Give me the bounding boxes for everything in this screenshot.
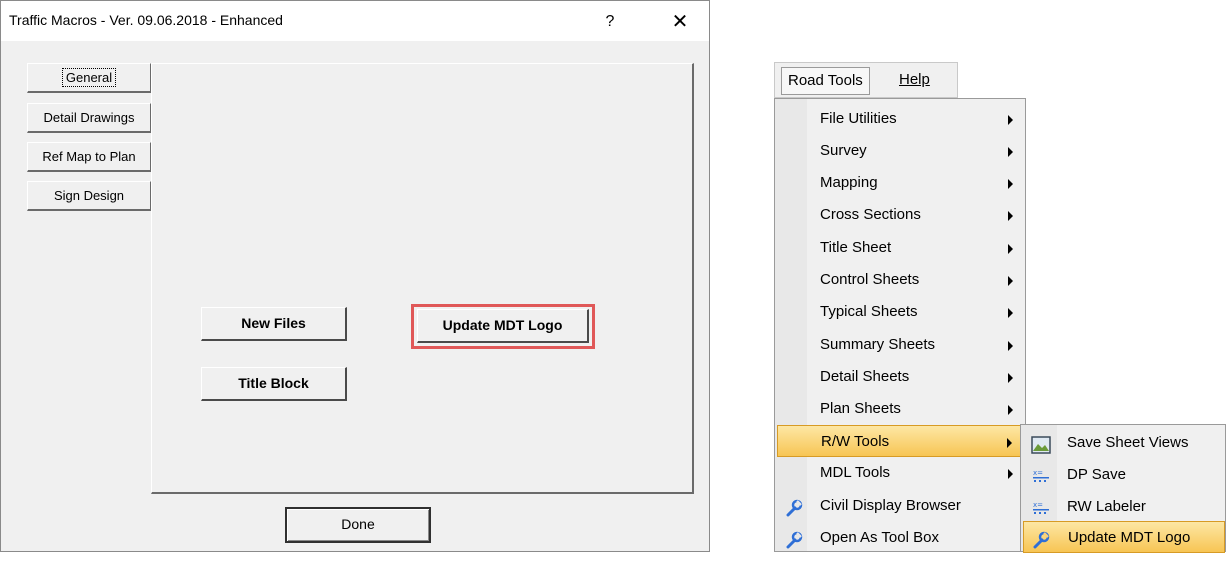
tab-sign-design-label: Sign Design <box>53 188 125 203</box>
menu-item-label: Open As Tool Box <box>820 529 939 546</box>
submenu-item-save-sheet-views[interactable]: Save Sheet Views <box>1023 427 1225 459</box>
dialog-titlebar[interactable]: Traffic Macros - Ver. 09.06.2018 - Enhan… <box>1 1 709 41</box>
menubar-help[interactable]: Help <box>893 67 936 95</box>
menu-item-label: Title Sheet <box>820 239 892 256</box>
tab-general[interactable]: General <box>27 63 151 93</box>
menu-item-detail-sheets[interactable]: Detail Sheets <box>777 361 1023 393</box>
menu-item-label: Plan Sheets <box>820 400 901 417</box>
menu-item-plan-sheets[interactable]: Plan Sheets <box>777 393 1023 425</box>
close-button[interactable]: ✕ <box>665 9 695 35</box>
menubar-help-label: Help <box>899 71 930 88</box>
menu-item-label: MDL Tools <box>820 464 891 481</box>
tab-sign-design[interactable]: Sign Design <box>27 181 151 211</box>
submenu-arrow-icon <box>1007 438 1012 448</box>
wrench-icon <box>785 497 803 517</box>
submenu-arrow-icon <box>1008 308 1013 318</box>
menubar: Road Tools Help <box>774 62 958 98</box>
svg-text:x=: x= <box>1033 469 1043 477</box>
dots-grid-icon: x= <box>1031 466 1051 484</box>
menu-item-control-sheets[interactable]: Control Sheets <box>777 264 1023 296</box>
dialog-title: Traffic Macros - Ver. 09.06.2018 - Enhan… <box>9 12 283 28</box>
rw-tools-submenu: Save Sheet Views x= DP Save x= RW Labele… <box>1020 424 1226 553</box>
submenu-arrow-icon <box>1008 211 1013 221</box>
menu-item-typical-sheets[interactable]: Typical Sheets <box>777 296 1023 328</box>
menu-item-label: Mapping <box>820 174 878 191</box>
submenu-arrow-icon <box>1008 147 1013 157</box>
tab-detail-drawings[interactable]: Detail Drawings <box>27 103 151 133</box>
menu-item-civil-display-browser[interactable]: Civil Display Browser <box>777 490 1023 522</box>
menu-item-rw-tools[interactable]: R/W Tools <box>777 425 1023 457</box>
menu-item-mapping[interactable]: Mapping <box>777 167 1023 199</box>
wrench-icon <box>1032 529 1052 549</box>
road-tools-menu: File Utilities Survey Mapping Cross Sect… <box>774 98 1026 552</box>
submenu-item-dp-save[interactable]: x= DP Save <box>1023 459 1225 491</box>
sheet-view-icon <box>1031 434 1051 454</box>
submenu-arrow-icon <box>1008 179 1013 189</box>
menu-item-open-as-tool-box[interactable]: Open As Tool Box <box>777 522 1023 554</box>
menu-item-label: Cross Sections <box>820 206 921 223</box>
done-button[interactable]: Done <box>285 507 431 543</box>
menu-item-label: Summary Sheets <box>820 336 936 353</box>
submenu-arrow-icon <box>1008 373 1013 383</box>
menu-item-label: Civil Display Browser <box>820 497 961 514</box>
submenu-arrow-icon <box>1008 276 1013 286</box>
submenu-arrow-icon <box>1008 405 1013 415</box>
submenu-item-update-mdt-logo[interactable]: Update MDT Logo <box>1023 521 1225 553</box>
tab-detail-drawings-label: Detail Drawings <box>43 110 135 125</box>
submenu-item-label: RW Labeler <box>1067 498 1146 515</box>
menu-item-label: Typical Sheets <box>820 303 918 320</box>
menu-item-label: Control Sheets <box>820 271 920 288</box>
submenu-arrow-icon <box>1008 469 1013 479</box>
general-tab-panel <box>151 63 694 494</box>
help-button[interactable]: ? <box>597 10 623 34</box>
submenu-item-rw-labeler[interactable]: x= RW Labeler <box>1023 491 1225 523</box>
menu-item-label: Detail Sheets <box>820 368 910 385</box>
menu-item-file-utilities[interactable]: File Utilities <box>777 103 1023 135</box>
svg-text:x=: x= <box>1033 501 1043 509</box>
dots-grid-icon: x= <box>1031 498 1051 516</box>
submenu-item-label: Save Sheet Views <box>1067 434 1189 451</box>
tab-ref-map-to-plan[interactable]: Ref Map to Plan <box>27 142 151 172</box>
tab-general-label: General <box>61 68 117 87</box>
submenu-item-label: Update MDT Logo <box>1068 529 1191 546</box>
menubar-road-tools-label: Road Tools <box>788 72 863 89</box>
menu-item-mdl-tools[interactable]: MDL Tools <box>777 457 1023 489</box>
submenu-item-label: DP Save <box>1067 466 1126 483</box>
menu-item-survey[interactable]: Survey <box>777 135 1023 167</box>
new-files-button[interactable]: New Files <box>201 307 347 341</box>
title-block-button[interactable]: Title Block <box>201 367 347 401</box>
menu-item-title-sheet[interactable]: Title Sheet <box>777 232 1023 264</box>
tab-ref-map-to-plan-label: Ref Map to Plan <box>42 149 136 164</box>
menu-item-cross-sections[interactable]: Cross Sections <box>777 199 1023 231</box>
wrench-icon <box>785 529 803 549</box>
menu-item-label: R/W Tools <box>821 433 890 450</box>
submenu-arrow-icon <box>1008 115 1013 125</box>
menu-item-label: File Utilities <box>820 110 897 127</box>
submenu-arrow-icon <box>1008 244 1013 254</box>
menu-item-label: Survey <box>820 142 867 159</box>
menubar-road-tools[interactable]: Road Tools <box>781 67 870 95</box>
traffic-macros-dialog: Traffic Macros - Ver. 09.06.2018 - Enhan… <box>0 0 710 552</box>
highlight-outline <box>411 304 595 349</box>
submenu-arrow-icon <box>1008 341 1013 351</box>
menu-item-summary-sheets[interactable]: Summary Sheets <box>777 329 1023 361</box>
